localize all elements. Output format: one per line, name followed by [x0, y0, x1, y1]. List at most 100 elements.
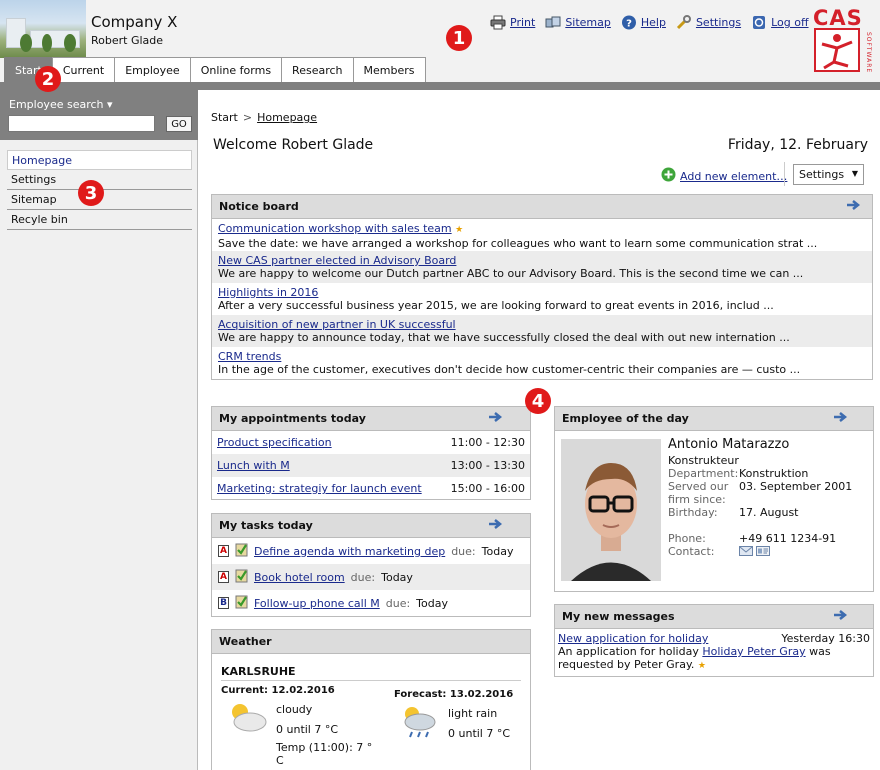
- appointment-time: 15:00 - 16:00: [450, 482, 525, 495]
- employee-search-input[interactable]: [8, 115, 155, 132]
- tab-research[interactable]: Research: [281, 57, 354, 82]
- notice-desc: We are happy to announce today, that we …: [218, 331, 790, 344]
- tab-members[interactable]: Members: [352, 57, 426, 82]
- svg-text:?: ?: [626, 19, 632, 30]
- add-icon: [661, 167, 676, 185]
- field-label: firm since:: [668, 493, 726, 506]
- chevron-down-icon: ▼: [851, 169, 858, 178]
- callout-badge: 3: [78, 180, 104, 206]
- messages-panel: My new messages New application for holi…: [554, 604, 874, 677]
- weather-current-extra-unit: C: [276, 754, 284, 767]
- star-icon: ★: [697, 661, 706, 671]
- sidebar-item-homepage[interactable]: Homepage: [7, 150, 192, 170]
- message-item: New application for holiday Yesterday 16…: [555, 629, 873, 673]
- field-value: Konstruktion: [739, 467, 809, 480]
- help-link[interactable]: ? Help: [621, 15, 666, 30]
- arrow-right-icon[interactable]: [833, 412, 848, 425]
- add-element-button[interactable]: Add new element…: [661, 167, 787, 185]
- notice-title[interactable]: Highlights in 2016: [218, 286, 318, 299]
- field-label: Phone:: [668, 532, 706, 545]
- print-label[interactable]: Print: [510, 16, 535, 29]
- company-name: Company X: [91, 13, 178, 31]
- tab-employee[interactable]: Employee: [114, 57, 191, 82]
- appointment-name[interactable]: Product specification: [217, 436, 332, 449]
- wrench-icon: [676, 15, 692, 30]
- appointment-name[interactable]: Marketing: strategiy for launch event: [217, 482, 422, 495]
- notice-desc: After a very successful business year 20…: [218, 299, 774, 312]
- message-link[interactable]: Holiday Peter Gray: [702, 645, 805, 658]
- notice-item: New CAS partner elected in Advisory Boar…: [212, 251, 872, 283]
- tab-online-forms[interactable]: Online forms: [189, 57, 283, 82]
- weather-forecast-temp: 0 until 7 °C: [448, 727, 511, 740]
- task-due: Today: [481, 544, 514, 558]
- svg-text:SOFTWARE: SOFTWARE: [865, 32, 872, 73]
- vcard-icon[interactable]: [756, 546, 770, 559]
- sitemap-label[interactable]: Sitemap: [565, 16, 611, 29]
- tab-bar-line: [0, 82, 880, 90]
- tasks-header: My tasks today: [212, 514, 530, 538]
- task-due-label: due:: [451, 544, 476, 558]
- breadcrumb: Start > Homepage: [211, 111, 317, 124]
- add-element-label[interactable]: Add new element…: [680, 170, 787, 183]
- printer-icon: [490, 15, 506, 30]
- sitemap-icon: [545, 15, 561, 30]
- weather-forecast-condition: light rain: [448, 707, 498, 720]
- notice-title[interactable]: New CAS partner elected in Advisory Boar…: [218, 254, 456, 267]
- notice-item: Highlights in 2016 After a very successf…: [212, 283, 872, 315]
- task-check-icon: [235, 542, 248, 560]
- message-subject[interactable]: New application for holiday: [558, 632, 708, 645]
- sitemap-link[interactable]: Sitemap: [545, 15, 611, 30]
- breadcrumb-start[interactable]: Start: [211, 111, 238, 124]
- notice-title[interactable]: Acquisition of new partner in UK success…: [218, 318, 456, 331]
- employee-search-dropdown[interactable]: Employee search ▾: [9, 98, 113, 111]
- breadcrumb-current[interactable]: Homepage: [257, 111, 317, 124]
- task-check-icon: [235, 594, 248, 612]
- notice-desc: Save the date: we have arranged a worksh…: [218, 237, 818, 250]
- field-label: Contact:: [668, 545, 715, 558]
- employee-role: Konstrukteur: [668, 454, 739, 467]
- appointment-row: Lunch with M 13:00 - 13:30: [212, 454, 530, 477]
- weather-current-temp: 0 until 7 °C: [276, 723, 339, 736]
- appointment-name[interactable]: Lunch with M: [217, 459, 290, 472]
- settings-dropdown-label: Settings: [799, 168, 845, 181]
- notice-item: Acquisition of new partner in UK success…: [212, 315, 872, 347]
- task-due-label: due:: [385, 596, 411, 610]
- employee-name: Antonio Matarazzo: [668, 437, 790, 452]
- sidebar-item-recycle-bin[interactable]: Recyle bin: [7, 210, 192, 230]
- company-photo: [0, 0, 86, 58]
- field-value: 03. September 2001: [739, 480, 853, 493]
- settings-dropdown[interactable]: Settings ▼: [793, 164, 864, 185]
- logoff-label[interactable]: Log off: [771, 16, 808, 29]
- print-link[interactable]: Print: [490, 15, 535, 30]
- settings-link[interactable]: Settings: [676, 15, 741, 30]
- weather-title: Weather: [219, 635, 272, 648]
- help-label[interactable]: Help: [641, 16, 666, 29]
- task-check-icon: [235, 568, 248, 586]
- weather-current-extra: Temp (11:00): 7 °: [276, 741, 373, 754]
- field-label: Department:: [668, 467, 739, 480]
- notice-desc: We are happy to welcome our Dutch partne…: [218, 267, 804, 280]
- task-name[interactable]: Define agenda with marketing dep: [254, 545, 445, 558]
- email-icon[interactable]: [739, 546, 753, 559]
- arrow-right-icon[interactable]: [846, 200, 861, 213]
- notice-title[interactable]: Communication workshop with sales team: [218, 222, 452, 235]
- top-links: Print Sitemap ? Help Settings Log off: [490, 15, 809, 30]
- tab-current[interactable]: Current: [51, 57, 116, 82]
- toolbar-divider: [784, 162, 785, 186]
- settings-label[interactable]: Settings: [696, 16, 741, 29]
- notice-title[interactable]: CRM trends: [218, 350, 281, 363]
- task-name[interactable]: Book hotel room: [254, 571, 345, 584]
- svg-text:CAS: CAS: [813, 6, 863, 30]
- weather-current-label: Current: 12.02.2016: [221, 685, 335, 696]
- message-time: Yesterday 16:30: [781, 632, 870, 645]
- go-button[interactable]: GO: [166, 116, 192, 132]
- field-label: Birthday:: [668, 506, 718, 519]
- arrow-right-icon[interactable]: [488, 519, 503, 532]
- appointments-header: My appointments today: [212, 407, 530, 431]
- logoff-link[interactable]: Log off: [751, 15, 809, 30]
- breadcrumb-separator: >: [242, 111, 253, 124]
- task-name[interactable]: Follow-up phone call M: [254, 597, 380, 610]
- arrow-right-icon[interactable]: [488, 412, 503, 425]
- arrow-right-icon[interactable]: [833, 610, 848, 623]
- notice-item: Communication workshop with sales team ★…: [212, 219, 872, 251]
